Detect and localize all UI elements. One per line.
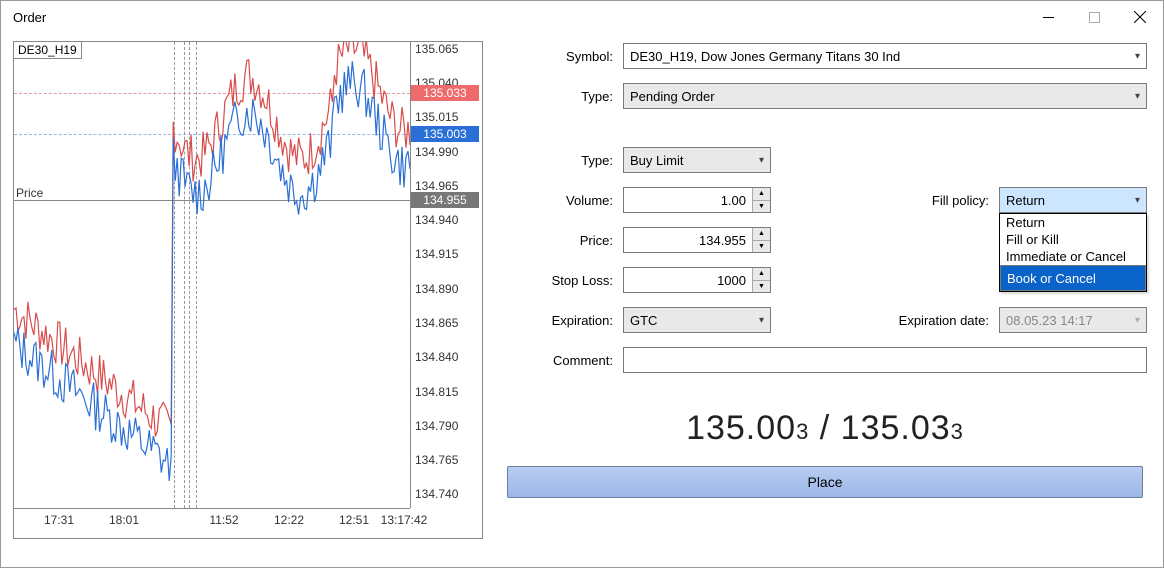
fill-policy-dropdown[interactable]: ReturnFill or KillImmediate or CancelBoo…: [999, 213, 1147, 292]
y-tick: 134.865: [415, 316, 458, 330]
place-button[interactable]: Place: [507, 466, 1143, 498]
chevron-down-icon: ▾: [759, 155, 764, 166]
x-tick: 11:52: [209, 513, 238, 527]
x-tick: 13:17:42: [381, 513, 428, 527]
x-tick: 12:51: [339, 513, 369, 527]
fill-policy-option[interactable]: Fill or Kill: [1000, 231, 1146, 248]
chart-symbol-label: DE30_H19: [14, 42, 82, 59]
plot-area: Price: [14, 42, 410, 508]
fill-policy-select[interactable]: Return ▾: [999, 187, 1147, 213]
titlebar: Order: [1, 1, 1163, 33]
price-label: Price:: [503, 233, 623, 248]
window-buttons: [1025, 1, 1163, 33]
fill-policy-option[interactable]: Immediate or Cancel: [1000, 248, 1146, 265]
y-tick: 134.815: [415, 385, 458, 399]
y-axis: 135.065135.040135.015134.990134.965134.9…: [410, 42, 482, 508]
x-tick: 18:01: [109, 513, 139, 527]
y-tick: 135.065: [415, 42, 458, 56]
chevron-down-icon: ▾: [1135, 315, 1140, 326]
fill-policy-label: Fill policy:: [877, 193, 999, 208]
volume-label: Volume:: [503, 193, 623, 208]
y-tick: 134.740: [415, 487, 458, 501]
window-title: Order: [13, 10, 46, 25]
y-tick: 134.890: [415, 282, 458, 296]
expiration-date-label: Expiration date:: [877, 313, 999, 328]
price-tag: 134.955: [411, 192, 479, 208]
y-tick: 134.765: [415, 453, 458, 467]
stop-loss-label: Stop Loss:: [503, 273, 623, 288]
chevron-down-icon: ▾: [1135, 195, 1140, 206]
y-tick: 134.790: [415, 419, 458, 433]
spinner-buttons[interactable]: ▲▼: [752, 188, 770, 212]
y-tick: 134.840: [415, 350, 458, 364]
comment-label: Comment:: [503, 353, 623, 368]
y-tick: 134.990: [415, 145, 458, 159]
order-type-select[interactable]: Pending Order ▾: [623, 83, 1147, 109]
price-input[interactable]: 134.955 ▲▼: [623, 227, 771, 253]
bid-ask-quote: 135.003 / 135.033: [503, 409, 1147, 448]
order-type-label: Type:: [503, 89, 623, 104]
fill-policy-option[interactable]: Book or Cancel: [1000, 265, 1146, 291]
y-tick: 134.915: [415, 247, 458, 261]
y-tick: 134.940: [415, 213, 458, 227]
y-tick: 135.015: [415, 110, 458, 124]
x-axis: 17:3118:0111:5212:2212:5113:17:42: [14, 508, 410, 538]
symbol-select[interactable]: DE30_H19, Dow Jones Germany Titans 30 In…: [623, 43, 1147, 69]
spinner-buttons[interactable]: ▲▼: [752, 268, 770, 292]
x-tick: 17:31: [44, 513, 74, 527]
symbol-label: Symbol:: [503, 49, 623, 64]
expiration-select[interactable]: GTC ▾: [623, 307, 771, 333]
fill-policy-option[interactable]: Return: [1000, 214, 1146, 231]
chevron-down-icon: ▾: [759, 315, 764, 326]
order-window: Order DE30_H19 Price 135.065135.040135.0…: [0, 0, 1164, 568]
chevron-down-icon: ▾: [1135, 91, 1140, 102]
maximize-button: [1071, 1, 1117, 33]
minimize-button[interactable]: [1025, 1, 1071, 33]
volume-input[interactable]: 1.00 ▲▼: [623, 187, 771, 213]
order-form: Symbol: DE30_H19, Dow Jones Germany Tita…: [503, 41, 1147, 551]
price-tag: 135.003: [411, 126, 479, 142]
chevron-down-icon: ▾: [1135, 51, 1140, 62]
pending-type-select[interactable]: Buy Limit ▾: [623, 147, 771, 173]
tick-chart: DE30_H19 Price 135.065135.040135.015134.…: [13, 41, 483, 539]
stop-loss-input[interactable]: 1000 ▲▼: [623, 267, 771, 293]
close-button[interactable]: [1117, 1, 1163, 33]
x-tick: 12:22: [274, 513, 304, 527]
expiration-date-select: 08.05.23 14:17 ▾: [999, 307, 1147, 333]
pending-type-label: Type:: [503, 153, 623, 168]
comment-input[interactable]: [623, 347, 1147, 373]
price-tag: 135.033: [411, 85, 479, 101]
expiration-label: Expiration:: [503, 313, 623, 328]
spinner-buttons[interactable]: ▲▼: [752, 228, 770, 252]
